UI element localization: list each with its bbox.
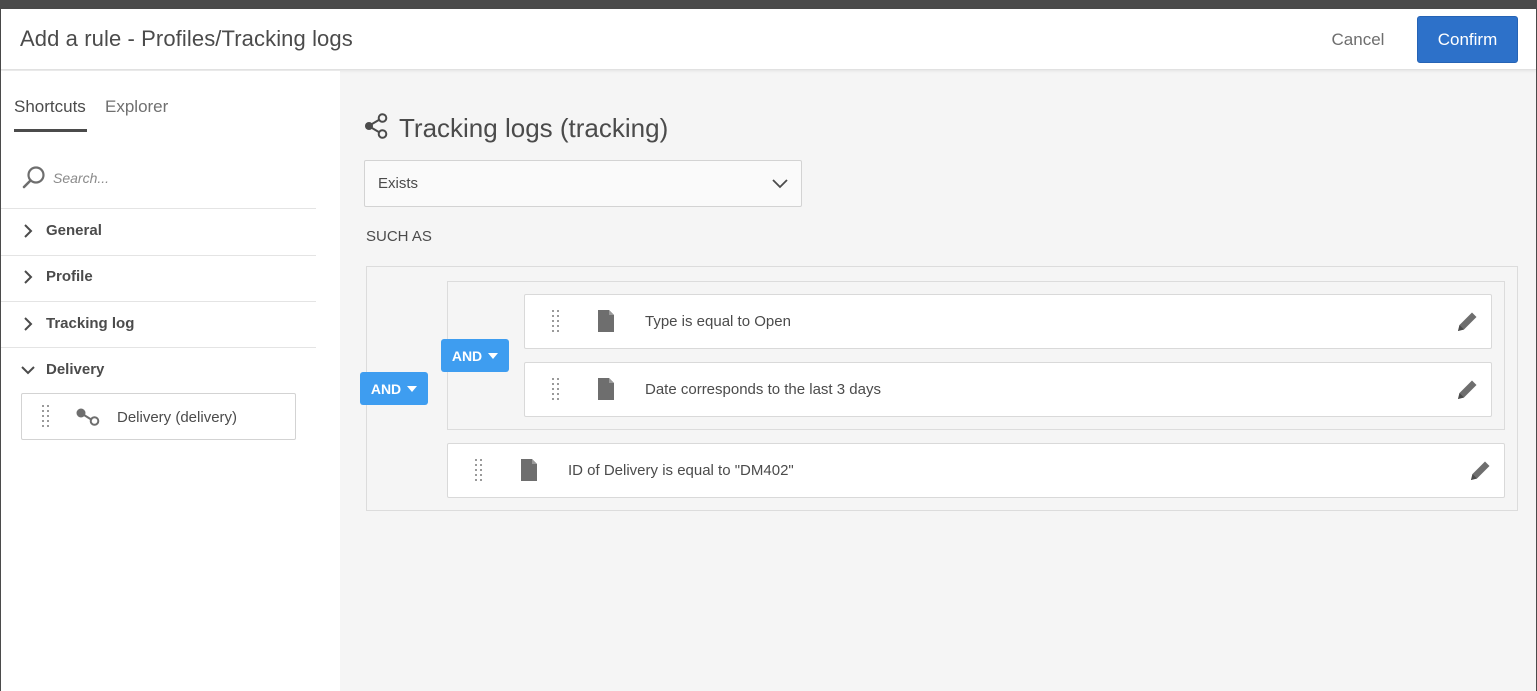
sidebar-item-label: General: [46, 222, 102, 239]
condition-row[interactable]: ID of Delivery is equal to "DM402": [447, 443, 1505, 498]
caret-down-icon: [407, 385, 418, 392]
and-label: AND: [370, 380, 402, 397]
condition-label: ID of Delivery is equal to "DM402": [568, 462, 794, 479]
share-link-icon: [365, 113, 388, 139]
condition-row[interactable]: Type is equal to Open: [524, 294, 1492, 349]
drag-handle-icon[interactable]: [474, 458, 484, 484]
edit-pencil-icon[interactable]: [1454, 309, 1480, 335]
caret-down-icon: [488, 352, 499, 359]
dialog-title: Add a rule - Profiles/Tracking logs: [20, 26, 353, 51]
outer-condition-group: AND AND Type is equal to Open Date corre…: [360, 266, 1518, 511]
condition-label: Type is equal to Open: [645, 313, 791, 330]
link-title: Tracking logs (tracking): [399, 113, 669, 143]
sidebar-item-profile[interactable]: Profile: [1, 255, 316, 301]
chevron-right-icon: [24, 224, 33, 238]
drag-handle-icon[interactable]: [41, 404, 51, 430]
drag-handle-icon[interactable]: [551, 377, 561, 403]
operator-value: Exists: [378, 175, 419, 192]
cancel-button[interactable]: Cancel: [1317, 17, 1399, 62]
chevron-right-icon: [24, 270, 33, 284]
document-icon: [521, 459, 537, 481]
sidebar-item-label: Tracking log: [46, 315, 135, 332]
inner-and-operator-button[interactable]: AND: [441, 339, 509, 372]
sidebar-item-general[interactable]: General: [1, 209, 316, 255]
tab-shortcuts[interactable]: Shortcuts: [14, 97, 86, 117]
search-input[interactable]: [53, 165, 303, 191]
sidebar-item-delivery[interactable]: Delivery: [1, 348, 316, 394]
dialog-header: Add a rule - Profiles/Tracking logs Canc…: [1, 9, 1536, 70]
window-top-strip: [0, 0, 1537, 9]
search-icon: [22, 166, 45, 189]
drag-handle-icon[interactable]: [551, 309, 561, 335]
chevron-down-icon: [772, 179, 788, 189]
edit-pencil-icon[interactable]: [1454, 377, 1480, 403]
inner-condition-group: AND Type is equal to Open Date correspon…: [441, 281, 1505, 430]
such-as-label: SUCH AS: [366, 228, 432, 245]
delivery-link-label: Delivery (delivery): [117, 409, 238, 426]
sidebar-item-label: Profile: [46, 268, 93, 285]
confirm-button[interactable]: Confirm: [1417, 16, 1518, 63]
tab-explorer[interactable]: Explorer: [105, 97, 168, 117]
main-panel: Tracking logs (tracking) Exists SUCH AS …: [340, 71, 1536, 691]
sidebar-item-label: Delivery: [46, 361, 105, 378]
document-icon: [598, 310, 614, 332]
chevron-down-icon: [21, 366, 35, 375]
edit-pencil-icon[interactable]: [1467, 458, 1493, 484]
document-icon: [598, 378, 614, 400]
sidebar: Shortcuts Explorer General Profile Track…: [1, 71, 340, 691]
link-icon: [76, 408, 100, 426]
delivery-link-card[interactable]: Delivery (delivery): [21, 393, 296, 440]
and-label: AND: [451, 347, 483, 364]
condition-label: Date corresponds to the last 3 days: [645, 381, 881, 398]
add-rule-dialog: Add a rule - Profiles/Tracking logs Canc…: [1, 9, 1536, 691]
operator-select[interactable]: Exists: [364, 160, 802, 207]
outer-and-operator-button[interactable]: AND: [360, 372, 428, 405]
condition-row[interactable]: Date corresponds to the last 3 days: [524, 362, 1492, 417]
sidebar-search: [21, 163, 311, 193]
chevron-right-icon: [24, 317, 33, 331]
active-tab-indicator: [14, 129, 87, 132]
sidebar-item-tracking-log[interactable]: Tracking log: [1, 302, 316, 348]
